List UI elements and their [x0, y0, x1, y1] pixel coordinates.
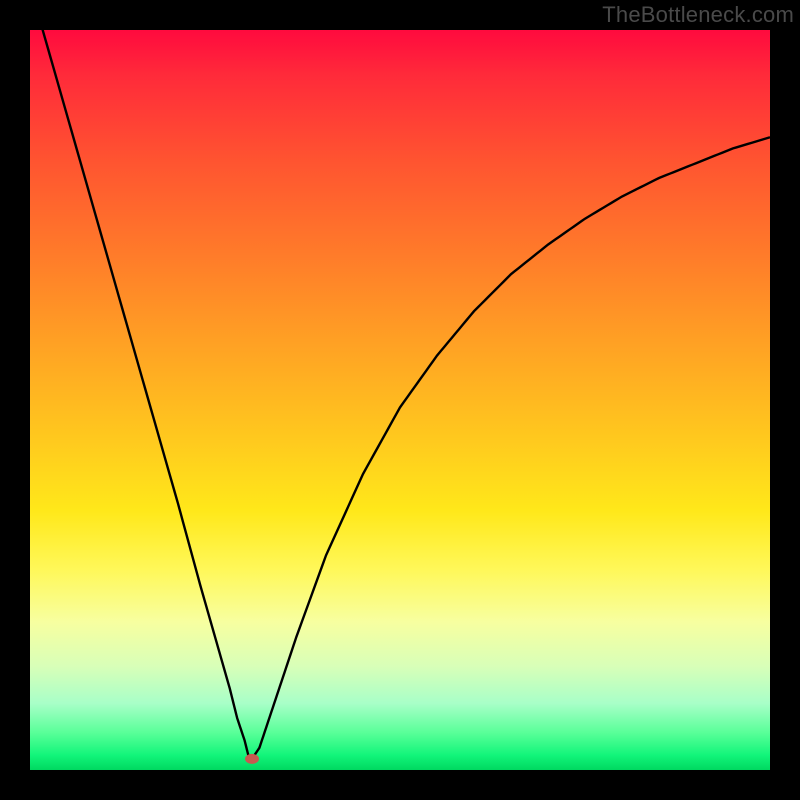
chart-frame: TheBottleneck.com — [0, 0, 800, 800]
gradient-background — [30, 30, 770, 770]
plot-area — [30, 30, 770, 770]
curve-line — [30, 30, 770, 759]
minimum-marker — [245, 754, 259, 764]
watermark-label: TheBottleneck.com — [602, 2, 794, 28]
bottleneck-curve — [30, 30, 770, 770]
